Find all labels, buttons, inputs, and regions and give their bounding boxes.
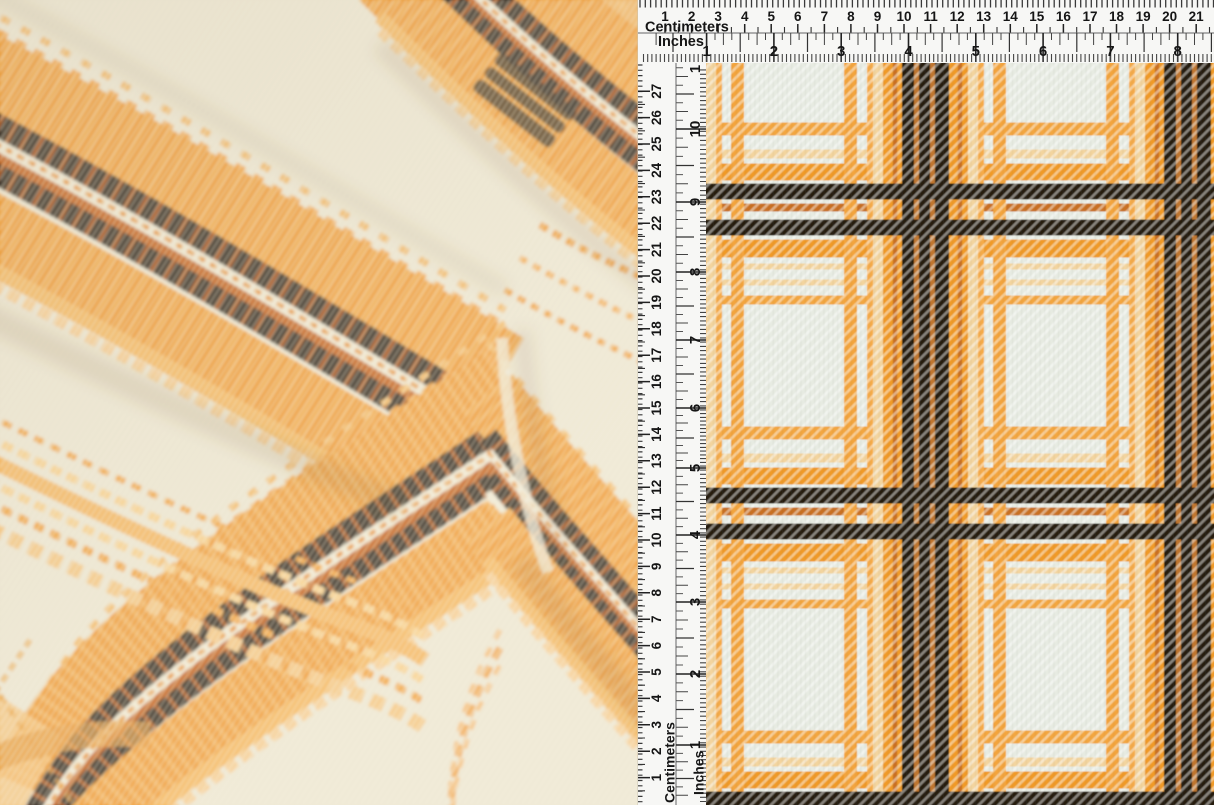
- svg-text:4: 4: [904, 43, 913, 60]
- svg-text:21: 21: [649, 242, 664, 258]
- svg-text:12: 12: [649, 480, 664, 495]
- svg-text:5: 5: [687, 464, 704, 472]
- svg-text:2: 2: [687, 670, 704, 678]
- svg-text:8: 8: [687, 268, 704, 276]
- svg-text:2: 2: [770, 43, 778, 60]
- svg-text:1: 1: [687, 741, 704, 749]
- svg-text:9: 9: [874, 9, 882, 24]
- svg-text:20: 20: [649, 268, 664, 283]
- svg-text:19: 19: [649, 295, 664, 310]
- svg-text:22: 22: [649, 216, 664, 231]
- svg-text:9: 9: [649, 563, 664, 571]
- svg-text:7: 7: [821, 9, 829, 24]
- svg-text:6: 6: [794, 9, 802, 24]
- svg-text:5: 5: [649, 668, 664, 676]
- svg-text:4: 4: [741, 9, 749, 24]
- svg-text:4: 4: [649, 694, 664, 702]
- svg-text:10: 10: [649, 532, 664, 547]
- svg-text:17: 17: [1082, 9, 1097, 24]
- svg-text:7: 7: [1106, 43, 1114, 60]
- svg-text:14: 14: [1003, 9, 1019, 24]
- svg-text:17: 17: [649, 348, 664, 363]
- svg-text:26: 26: [649, 110, 664, 126]
- svg-text:15: 15: [649, 400, 664, 416]
- svg-text:11: 11: [923, 9, 938, 24]
- svg-text:6: 6: [649, 641, 664, 649]
- svg-text:6: 6: [1039, 43, 1047, 60]
- svg-text:11: 11: [649, 506, 664, 521]
- svg-text:8: 8: [847, 9, 855, 24]
- svg-text:3: 3: [837, 43, 845, 60]
- svg-text:7: 7: [687, 336, 704, 344]
- svg-text:7: 7: [649, 615, 664, 623]
- svg-text:Inches: Inches: [691, 750, 707, 795]
- svg-text:16: 16: [1056, 9, 1072, 24]
- svg-text:5: 5: [767, 9, 775, 24]
- svg-text:18: 18: [1109, 9, 1125, 24]
- svg-text:Inches: Inches: [658, 34, 704, 50]
- svg-text:4: 4: [687, 530, 704, 539]
- svg-text:18: 18: [649, 321, 664, 337]
- svg-text:21: 21: [1189, 9, 1205, 24]
- svg-text:20: 20: [1162, 9, 1177, 24]
- svg-text:8: 8: [649, 589, 664, 597]
- svg-text:13: 13: [649, 453, 664, 469]
- svg-text:8: 8: [1174, 43, 1182, 60]
- svg-text:23: 23: [649, 189, 664, 205]
- svg-text:24: 24: [649, 162, 664, 178]
- svg-text:Centimeters: Centimeters: [662, 722, 678, 803]
- svg-text:1: 1: [702, 43, 710, 60]
- svg-text:1: 1: [687, 65, 704, 73]
- svg-text:15: 15: [1029, 9, 1045, 24]
- svg-text:9: 9: [687, 198, 704, 206]
- svg-text:3: 3: [687, 598, 704, 606]
- svg-text:5: 5: [972, 43, 980, 60]
- svg-text:16: 16: [649, 374, 664, 390]
- svg-text:14: 14: [649, 426, 664, 442]
- svg-text:10: 10: [687, 121, 704, 138]
- svg-text:13: 13: [976, 9, 992, 24]
- svg-text:25: 25: [649, 136, 664, 152]
- svg-text:12: 12: [950, 9, 965, 24]
- svg-text:10: 10: [896, 9, 911, 24]
- svg-text:6: 6: [687, 404, 704, 412]
- svg-text:19: 19: [1136, 9, 1151, 24]
- svg-text:27: 27: [649, 84, 664, 99]
